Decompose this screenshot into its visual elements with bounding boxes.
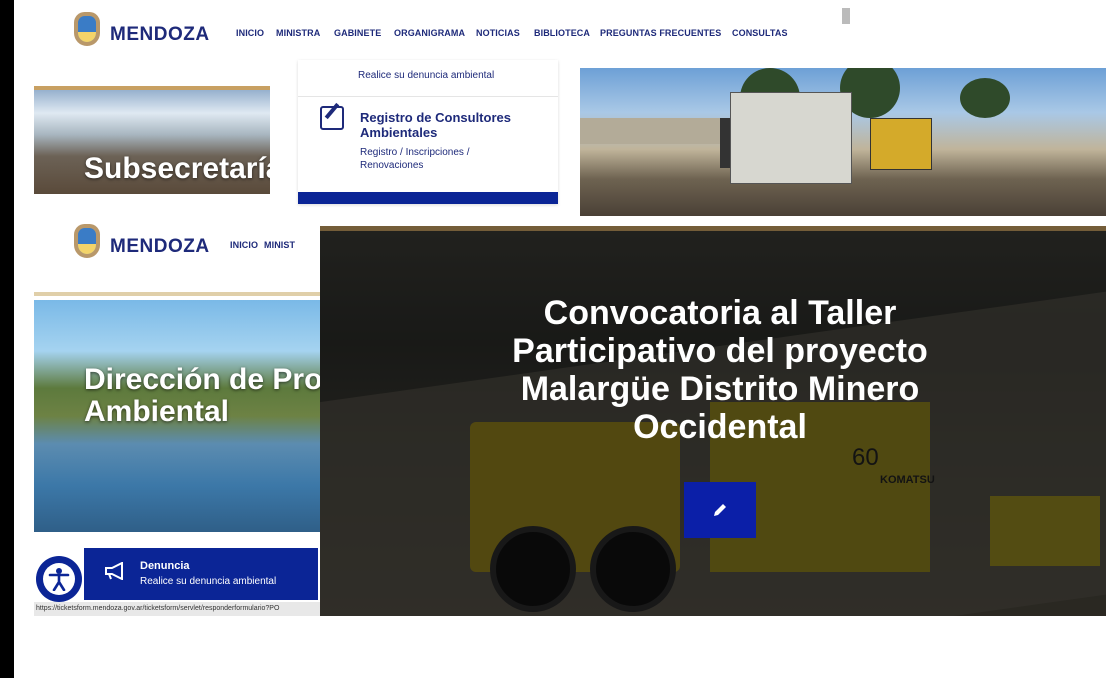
edit-icon <box>320 106 344 130</box>
shield-logo-icon <box>74 224 100 258</box>
nav-inicio[interactable]: INICIO <box>230 240 258 250</box>
logo[interactable] <box>74 12 100 46</box>
status-bar-url: https://ticketsform.mendoza.gov.ar/ticke… <box>34 602 324 616</box>
wall <box>580 118 730 144</box>
denuncia-subtitle: Realice su denuncia ambiental <box>140 576 277 587</box>
banner-title-line1: Dirección de Pro <box>84 363 323 396</box>
pencil-icon <box>714 504 726 516</box>
nav-noticias[interactable]: NOTICIAS <box>476 28 520 38</box>
hero-title: Convocatoria al Taller Participativo del… <box>512 294 928 446</box>
nav-ministra[interactable]: MINISTRA <box>276 28 320 38</box>
accessibility-icon <box>48 568 70 591</box>
denuncia-title: Denuncia <box>140 560 190 572</box>
denuncia-button[interactable]: Denuncia Realice su denuncia ambiental <box>84 548 318 600</box>
banner-title: Dirección de Pro Ambiental <box>84 364 322 428</box>
brand-name[interactable]: MENDOZA <box>110 236 210 258</box>
nav-organigrama[interactable]: ORGANIGRAMA <box>394 28 465 38</box>
nav-consultas[interactable]: CONSULTAS <box>732 28 788 38</box>
nav-biblioteca[interactable]: BIBLIOTECA <box>534 28 590 38</box>
menu-item-registro-consultores[interactable]: Registro de Consultores Ambientales <box>360 110 520 140</box>
dump-truck <box>730 92 852 184</box>
logo[interactable] <box>74 224 100 258</box>
subsecretaria-banner: Subsecretaría <box>34 86 270 194</box>
services-dropdown: Realice su denuncia ambiental Registro d… <box>298 60 558 204</box>
nav-ministra-truncated[interactable]: MINIST <box>264 240 295 250</box>
menu-item-denuncia-sub[interactable]: Realice su denuncia ambiental <box>358 70 494 81</box>
top-navigation: MENDOZA INICIO MINISTRA GABINETE ORGANIG… <box>14 0 840 68</box>
nav-gabinete[interactable]: GABINETE <box>334 28 381 38</box>
banner-title-line2: Ambiental <box>84 395 230 428</box>
dump-truck-photo <box>580 68 1106 216</box>
brand-name[interactable]: MENDOZA <box>110 24 210 46</box>
hero-banner: 60 KOMATSU Convocatoria al Taller Partic… <box>320 226 1106 616</box>
edit-button[interactable] <box>684 482 756 538</box>
left-black-bar <box>0 0 14 678</box>
tree <box>960 78 1010 118</box>
shield-logo-icon <box>74 12 100 46</box>
direccion-banner: Dirección de Pro Ambiental <box>34 300 324 532</box>
secondary-header: MENDOZA INICIO MINIST <box>34 216 324 296</box>
accessibility-button[interactable] <box>36 556 82 602</box>
menu-item-registro-sub: Registro / Inscripciones / Renovaciones <box>360 147 470 171</box>
front-loader <box>870 118 932 170</box>
scrollbar-thumb[interactable] <box>842 8 850 24</box>
megaphone-icon <box>105 562 123 580</box>
banner-title: Subsecretaría <box>84 152 270 185</box>
nav-preguntas-frecuentes[interactable]: PREGUNTAS FRECUENTES <box>600 28 721 38</box>
nav-inicio[interactable]: INICIO <box>236 28 264 38</box>
